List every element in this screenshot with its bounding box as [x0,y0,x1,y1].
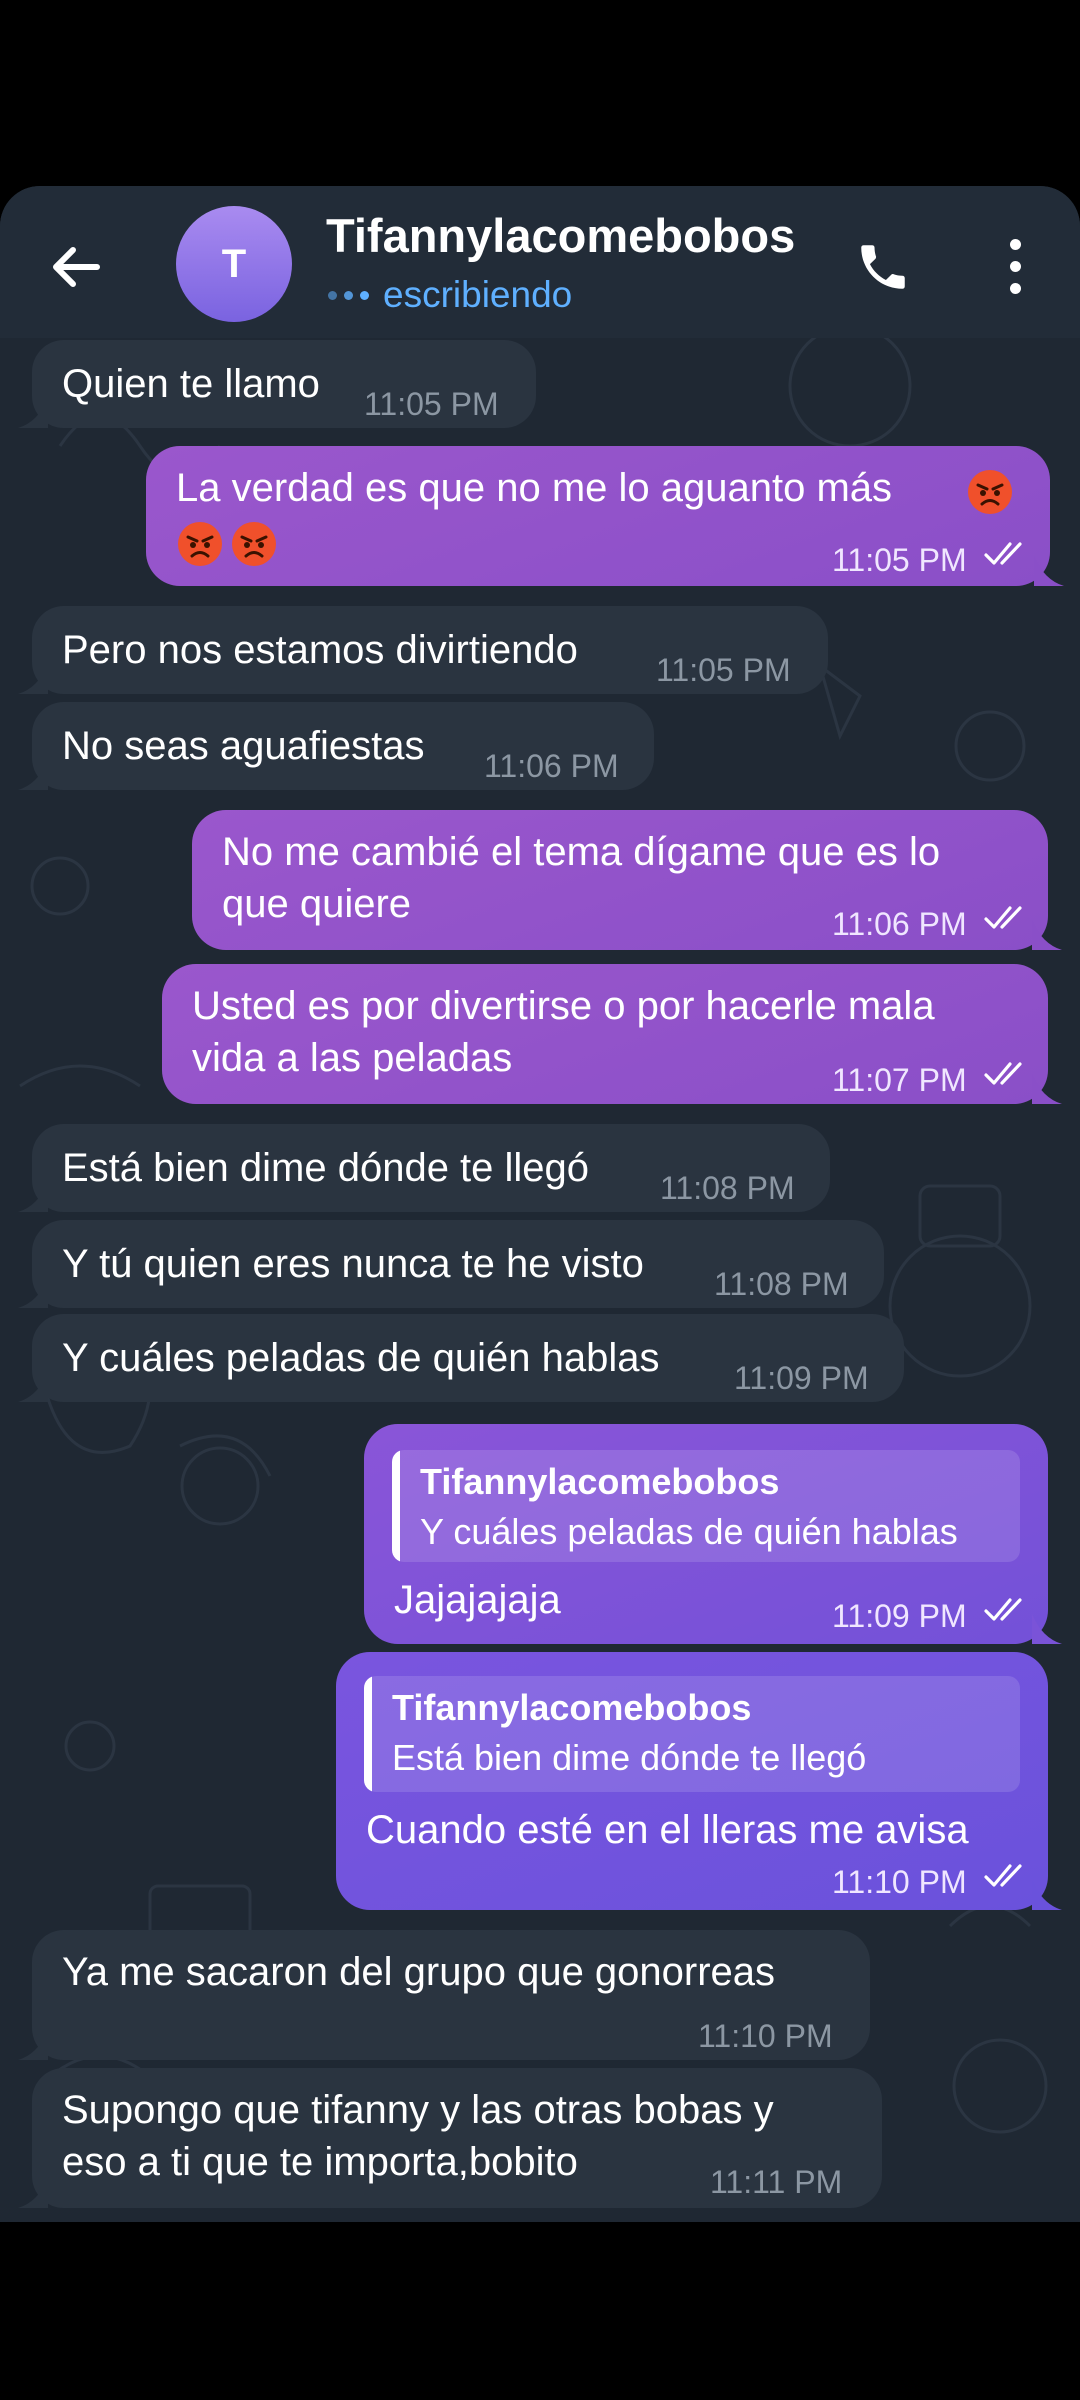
message-time: 11:06 PM [832,906,967,942]
message-bubble-incoming[interactable]: Quien te llamo 11:05 PM [18,340,536,428]
message-text: Quien te llamo [62,362,320,406]
message-bubble-incoming[interactable]: No seas aguafiestas 11:06 PM [18,702,654,790]
contact-name[interactable]: Tifannylacomebobos [326,208,795,263]
typing-status: escribiendo [328,274,572,316]
message-bubble-outgoing[interactable]: Usted es por divertirse o por hacerle ma… [162,964,1062,1104]
message-time: 11:05 PM [656,652,791,688]
message-bubble-outgoing[interactable]: La verdad es que no me lo aguanto más 11… [146,446,1064,586]
message-bubble-incoming[interactable]: Y cuáles peladas de quién hablas 11:09 P… [18,1314,904,1402]
message-text: Pero nos estamos divirtiendo [62,628,578,672]
call-button[interactable] [846,230,920,304]
back-button[interactable] [40,232,110,302]
message-bubble-outgoing-reply[interactable]: Tifannylacomebobos Y cuáles peladas de q… [364,1424,1062,1644]
message-text: Supongo que tifanny y las otras bobas y … [62,2088,774,2184]
message-time: 11:08 PM [660,1170,795,1206]
message-text: No seas aguafiestas [62,724,425,768]
more-vertical-icon[interactable] [980,226,1050,306]
reply-text: Y cuáles peladas de quién hablas [420,1511,958,1552]
angry-face-icon [178,522,222,566]
reply-text: Está bien dime dónde te llegó [392,1737,867,1778]
reply-author: Tifannylacomebobos [420,1461,780,1502]
message-time: 11:05 PM [832,542,967,578]
message-text: Cuando esté en el lleras me avisa [366,1808,969,1852]
message-text: Y cuáles peladas de quién hablas [62,1336,660,1380]
message-time: 11:06 PM [484,748,619,784]
message-bubble-incoming[interactable]: Pero nos estamos divirtiendo 11:05 PM [18,606,828,694]
double-check-icon [984,542,1022,565]
message-text: Está bien dime dónde te llegó [62,1146,590,1190]
message-time: 11:09 PM [832,1598,967,1634]
message-bubble-outgoing-reply[interactable]: Tifannylacomebobos Está bien dime dónde … [336,1652,1062,1910]
message-bubble-incoming[interactable]: Está bien dime dónde te llegó 11:08 PM [18,1124,830,1212]
message-time: 11:05 PM [364,386,499,422]
message-time: 11:08 PM [714,1266,849,1302]
arrow-left-icon [53,247,100,287]
message-time: 11:11 PM [710,2164,843,2200]
reply-preview[interactable]: Tifannylacomebobos Está bien dime dónde … [364,1676,1020,1792]
message-time: 11:09 PM [734,1360,869,1396]
chat-header: T Tifannylacomebobos escribiendo [0,186,1080,338]
typing-dots-icon [328,290,369,300]
message-text: Usted es por divertirse o por hacerle ma… [192,984,935,1080]
message-bubble-incoming[interactable]: Ya me sacaron del grupo que gonorreas 11… [18,1930,870,2060]
message-bubble-incoming[interactable]: Y tú quien eres nunca te he visto 11:08 … [18,1220,884,1308]
double-check-icon [984,1598,1022,1621]
status-text: escribiendo [383,274,573,315]
double-check-icon [984,1062,1022,1085]
reply-bar [392,1450,400,1562]
double-check-icon [984,906,1022,929]
reply-author: Tifannylacomebobos [392,1687,752,1728]
message-text: Jajajajaja [394,1578,561,1622]
message-text: Y tú quien eres nunca te he visto [62,1242,644,1286]
message-time: 11:10 PM [698,2018,833,2054]
reply-bar [364,1676,372,1792]
message-text: La verdad es que no me lo aguanto más [176,466,893,510]
message-bubble-incoming[interactable]: Supongo que tifanny y las otras bobas y … [18,2068,882,2208]
message-time: 11:07 PM [832,1062,967,1098]
message-bubble-outgoing[interactable]: No me cambié el tema dígame que es lo qu… [192,810,1062,950]
reply-preview[interactable]: Tifannylacomebobos Y cuáles peladas de q… [392,1450,1020,1562]
angry-face-icon [232,522,276,566]
message-time: 11:10 PM [832,1864,967,1900]
contact-avatar[interactable]: T [176,206,292,322]
double-check-icon [984,1864,1022,1887]
angry-face-icon [968,470,1012,514]
screen: T Tifannylacomebobos escribiendo Quien t… [0,0,1080,2400]
message-text: Ya me sacaron del grupo que gonorreas [62,1950,776,1994]
phone-icon [861,245,905,289]
